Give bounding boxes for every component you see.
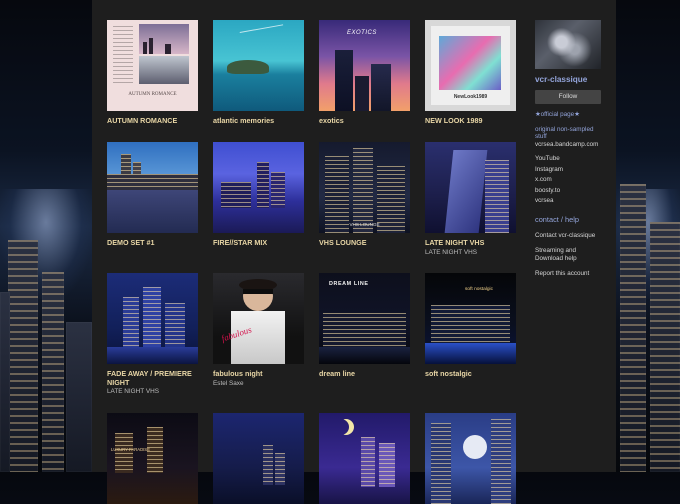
album-title[interactable]: soft nostalgic xyxy=(425,369,516,379)
album-item[interactable]: FADE AWAY / PREMIERE NIGHT LATE NIGHT VH… xyxy=(107,273,198,396)
band-name[interactable]: vcr-classique xyxy=(535,75,605,84)
album-item[interactable]: soft nostalgic soft nostalgic xyxy=(425,273,516,379)
album-artist[interactable]: LATE NIGHT VHS xyxy=(425,249,516,257)
link-instagram[interactable]: Instagram xyxy=(535,166,605,174)
original-site-link[interactable]: vcrsea.bandcamp.com xyxy=(535,141,605,149)
album-cover[interactable]: EXOTICS xyxy=(319,20,410,111)
album-item[interactable]: LUXURY PARADISE xyxy=(107,413,198,504)
link-x[interactable]: x.com xyxy=(535,176,605,184)
album-item[interactable]: LATE NIGHT VHS LATE NIGHT VHS xyxy=(425,142,516,257)
album-cover-text: soft nostalgic xyxy=(465,287,493,292)
background-city-right xyxy=(616,0,680,472)
album-item[interactable]: EXOTICS exotics xyxy=(319,20,410,126)
album-item[interactable]: atlantic memories xyxy=(213,20,304,126)
link-vcrsea[interactable]: vcrsea xyxy=(535,197,605,205)
band-avatar[interactable] xyxy=(535,20,601,69)
album-item[interactable] xyxy=(425,413,516,504)
contact-link[interactable]: Contact vcr-classique xyxy=(535,232,605,240)
album-cover[interactable] xyxy=(107,273,198,364)
contact-help-heading: contact / help xyxy=(535,214,579,224)
album-cover[interactable]: NewLook1989 xyxy=(425,20,516,111)
album-cover[interactable] xyxy=(319,413,410,504)
album-item[interactable]: NewLook1989 NEW LOOK 1989 xyxy=(425,20,516,126)
album-cover-text: AUTUMN ROMANCE xyxy=(128,92,177,97)
link-youtube[interactable]: YouTube xyxy=(535,155,605,163)
album-title[interactable]: DEMO SET #1 xyxy=(107,238,198,248)
album-title[interactable]: FIRE//STAR MIX xyxy=(213,238,304,248)
album-cover[interactable] xyxy=(213,20,304,111)
album-artist[interactable]: LATE NIGHT VHS xyxy=(107,388,198,396)
album-title[interactable]: dream line xyxy=(319,369,410,379)
album-item[interactable]: VHS LOUNGE VHS LOUNGE xyxy=(319,142,410,248)
album-title[interactable]: FADE AWAY / PREMIERE NIGHT xyxy=(107,369,198,387)
album-cover[interactable]: AUTUMN ROMANCE xyxy=(107,20,198,111)
follow-button[interactable]: Follow xyxy=(535,90,601,104)
album-cover[interactable] xyxy=(107,142,198,233)
album-cover[interactable] xyxy=(213,142,304,233)
streaming-help-link[interactable]: Streaming and Download help xyxy=(535,247,587,262)
album-cover-text: LUXURY PARADISE xyxy=(111,447,150,452)
album-cover[interactable] xyxy=(425,413,516,504)
album-title[interactable]: VHS LOUNGE xyxy=(319,238,410,248)
album-item[interactable] xyxy=(319,413,410,504)
album-cover[interactable]: LUXURY PARADISE xyxy=(107,413,198,504)
report-account-link[interactable]: Report this account xyxy=(535,270,605,278)
album-cover[interactable]: DREAM LINE xyxy=(319,273,410,364)
album-title[interactable]: atlantic memories xyxy=(213,116,304,126)
album-cover-text: DREAM LINE xyxy=(329,281,369,287)
album-item[interactable]: DREAM LINE dream line xyxy=(319,273,410,379)
album-title[interactable]: LATE NIGHT VHS xyxy=(425,238,516,248)
discography-panel: AUTUMN ROMANCE AUTUMN ROMANCE atlantic m… xyxy=(92,0,616,504)
background-city-left xyxy=(0,0,92,472)
album-artist[interactable]: Estel Saxe xyxy=(213,380,304,388)
band-sidebar: vcr-classique Follow ★official page★ ori… xyxy=(535,20,605,278)
album-cover[interactable]: fabulous xyxy=(213,273,304,364)
album-item[interactable] xyxy=(213,413,304,504)
album-title[interactable]: NEW LOOK 1989 xyxy=(425,116,516,126)
album-item[interactable]: DEMO SET #1 xyxy=(107,142,198,248)
album-item[interactable]: FIRE//STAR MIX xyxy=(213,142,304,248)
album-title[interactable]: exotics xyxy=(319,116,410,126)
album-cover[interactable] xyxy=(425,142,516,233)
album-title[interactable]: AUTUMN ROMANCE xyxy=(107,116,198,126)
link-boosty[interactable]: boosty.to xyxy=(535,187,605,195)
album-cover-text: NewLook1989 xyxy=(453,94,488,100)
album-cover[interactable] xyxy=(213,413,304,504)
album-item[interactable]: AUTUMN ROMANCE AUTUMN ROMANCE xyxy=(107,20,198,126)
official-page-label: ★official page★ xyxy=(535,111,580,118)
album-title[interactable]: fabulous night xyxy=(213,369,304,379)
album-item[interactable]: fabulous fabulous night Estel Saxe xyxy=(213,273,304,388)
original-stuff-label: original non-sampled stuff xyxy=(535,125,594,141)
album-cover-text: EXOTICS xyxy=(347,30,377,36)
album-cover-text: VHS LOUNGE xyxy=(349,222,380,227)
album-cover[interactable]: soft nostalgic xyxy=(425,273,516,364)
album-cover[interactable]: VHS LOUNGE xyxy=(319,142,410,233)
